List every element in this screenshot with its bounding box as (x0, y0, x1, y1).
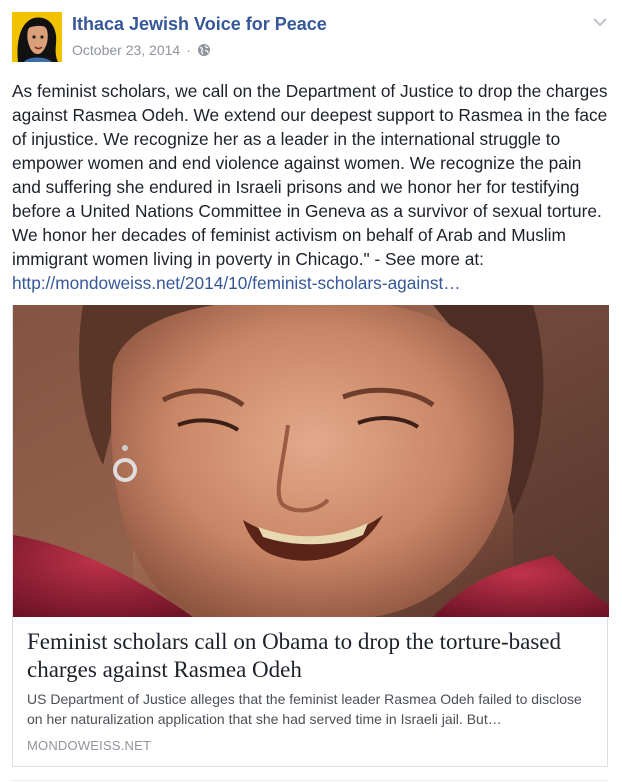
page-avatar[interactable] (12, 12, 62, 62)
link-preview-description: US Department of Justice alleges that th… (27, 691, 582, 727)
post-body-link[interactable]: http://mondoweiss.net/2014/10/feminist-s… (12, 273, 461, 293)
meta-separator: · (186, 42, 191, 58)
facebook-post: Ithaca Jewish Voice for Peace October 23… (0, 0, 622, 783)
post-meta: October 23, 2014 · (72, 42, 211, 58)
page-name-link[interactable]: Ithaca Jewish Voice for Peace (72, 14, 327, 35)
link-preview-card[interactable]: Feminist scholars call on Obama to drop … (12, 305, 609, 767)
avatar-illustration (12, 12, 62, 62)
link-preview-title[interactable]: Feminist scholars call on Obama to drop … (27, 628, 597, 684)
globe-icon[interactable] (197, 43, 211, 57)
portrait-photo (13, 305, 609, 617)
chevron-down-icon[interactable] (590, 14, 610, 30)
post-body-text: As feminist scholars, we call on the Dep… (12, 81, 608, 269)
link-preview-domain: MONDOWEISS.NET (27, 738, 152, 753)
post-divider (12, 780, 608, 781)
post-body: As feminist scholars, we call on the Dep… (12, 79, 612, 295)
link-preview-image[interactable] (13, 305, 609, 617)
post-date-link[interactable]: October 23, 2014 (72, 42, 180, 58)
